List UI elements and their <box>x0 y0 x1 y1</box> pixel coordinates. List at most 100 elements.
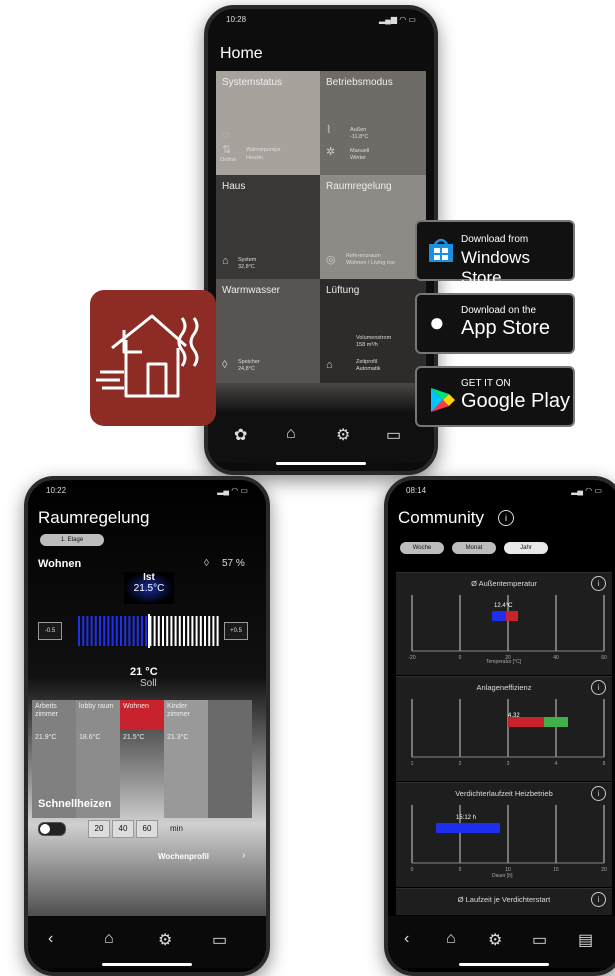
duration-20-button[interactable]: 20 <box>88 820 110 838</box>
phone-community: 08:14 ▂▄ ◠ ▭ Community i Woche Monat Jah… <box>384 476 615 976</box>
stat-card[interactable]: Verdichterlaufzeit Heizbetrieb i 0 5 10 15 2… <box>396 782 612 887</box>
gear-icon[interactable]: ⚙ <box>488 930 502 950</box>
card-title: Ø Laufzeit je Verdichterstart <box>457 895 551 904</box>
period-pill[interactable]: Woche <box>400 542 444 554</box>
signal-wifi-battery-icon: ▂▄ ◠ ▭ <box>217 486 248 495</box>
haus-label: System <box>238 257 257 263</box>
stat-card[interactable]: Anlageneffizienz i 12345 4.32 <box>396 676 612 781</box>
temperature-slider[interactable] <box>76 614 222 648</box>
flower-logo-icon[interactable]: ✿ <box>234 425 247 445</box>
slider-bar <box>183 616 185 646</box>
home-icon[interactable]: ⌂ <box>286 425 296 443</box>
check-circle-icon: ◌ <box>222 129 229 141</box>
slider-bar <box>162 616 164 646</box>
info-icon[interactable]: i <box>498 510 514 526</box>
card-axis-label: Dauer [h] <box>492 873 513 879</box>
status-time: 08:14 <box>406 486 427 495</box>
bottom-nav: ‹ ⌂ ⚙ ▭ <box>28 916 266 968</box>
range-bar <box>436 823 500 833</box>
room-tile-active[interactable]: Wohnen 21.5°C <box>120 700 164 741</box>
floor-selector[interactable]: 1. Etage <box>40 534 104 546</box>
slider-bar <box>78 616 80 646</box>
tile-title: Warmwasser <box>222 285 280 296</box>
home-icon[interactable]: ⌂ <box>104 930 114 948</box>
wochenprofil-link[interactable]: Wochenprofil <box>158 852 209 861</box>
tile-systemstatus[interactable]: Systemstatus ◌ ⇅ Online Wärmepumpe Heize… <box>216 71 320 175</box>
increase-button[interactable]: +0.5 <box>224 622 248 640</box>
gear-icon[interactable]: ⚙ <box>336 425 350 445</box>
tick-label: 40 <box>553 655 559 661</box>
slider-bar <box>103 616 106 646</box>
badge-large-text: Google Play <box>461 390 570 412</box>
house-heating-logo <box>90 290 216 426</box>
windows-store-badge[interactable]: Download from Windows Store <box>415 220 575 287</box>
signal-wifi-battery-icon: ▂▄ ◠ ▭ <box>571 486 602 495</box>
home-indicator <box>276 462 366 465</box>
systemstatus-line2: Heizen <box>246 155 264 161</box>
slider-bar <box>166 616 169 646</box>
badge-large-text: Windows Store <box>461 248 530 287</box>
stat-card[interactable]: Ø Laufzeit je Verdichterstart i <box>396 888 612 915</box>
toggle-knob <box>40 824 50 834</box>
app-store-badge[interactable]: ● Download on the App Store <box>415 293 575 354</box>
thermometer-wind-icon: ⌇ <box>326 124 332 136</box>
range-bar <box>492 611 506 621</box>
google-play-icon <box>431 388 455 412</box>
home-icon[interactable]: ⌂ <box>446 930 456 948</box>
slider-bar <box>204 616 206 646</box>
stat-card[interactable]: Ø Außentemperatur i -20 0 20 40 60 12.4°C Te… <box>396 572 612 675</box>
tile-title: Lüftung <box>326 285 360 296</box>
updown-arrows-icon: ⇅ <box>222 144 232 156</box>
google-play-badge[interactable]: GET IT ON Google Play <box>415 366 575 427</box>
status-time: 10:28 <box>226 15 247 24</box>
slider-bar <box>120 616 122 646</box>
back-icon[interactable]: ‹ <box>48 930 53 948</box>
systemstatus-line1: Wärmepumpe <box>246 147 281 153</box>
monitor-chart-icon[interactable]: ▭ <box>532 930 547 950</box>
room-tile-name: Arbeits zimmer <box>35 703 58 718</box>
room-tile-temp: 21.9°C <box>35 734 57 741</box>
outside-value: -11,8°C <box>350 134 369 140</box>
period-pill[interactable]: Monat <box>452 542 496 554</box>
room-sensor-icon: ◎ <box>326 254 336 266</box>
home-indicator <box>102 963 192 966</box>
schnellheizen-toggle[interactable] <box>38 822 66 836</box>
tile-lueftung[interactable]: Lüftung ⌂ Volumenstrom 158 m³/h Zeitprof… <box>320 279 426 383</box>
badge-large-text: App Store <box>461 317 550 339</box>
page-title: Raumregelung <box>38 508 150 527</box>
tile-betriebsmodus[interactable]: Betriebsmodus ⌇ ✲ Außen -11,8°C Manuell … <box>320 71 426 175</box>
room-tile[interactable]: Kinder zimmer 21.3°C <box>164 700 208 818</box>
signal-wifi-battery-icon: ▂▄▆ ◠ ▭ <box>379 15 416 24</box>
apple-icon: ● <box>429 307 445 337</box>
badge-small-text: Download from <box>461 234 529 245</box>
duration-40-button[interactable]: 40 <box>112 820 134 838</box>
room-tile-name: Wohnen <box>123 703 149 710</box>
slider-bar <box>82 616 85 646</box>
house-heat-icon <box>96 314 199 398</box>
slider-bars <box>78 614 219 648</box>
tick-label: -20 <box>408 655 415 661</box>
slider-bar <box>111 616 114 646</box>
slider-bar <box>153 616 156 646</box>
tile-raumregelung[interactable]: Raumregelung ◎ Referenzraum Wohnen / Liv… <box>320 175 426 279</box>
period-pill-selected[interactable]: Jahr <box>504 542 548 554</box>
slider-bar <box>132 616 135 646</box>
gear-icon[interactable]: ⚙ <box>158 930 172 950</box>
slider-bar <box>141 616 143 646</box>
duration-60-button[interactable]: 60 <box>136 820 158 838</box>
card-chart: 1 2 3 4 5 <box>411 699 606 767</box>
card-value: 12.4°C <box>494 603 513 609</box>
room-tile-name: lobby raum <box>79 703 114 710</box>
info-icon[interactable]: i <box>591 892 606 907</box>
decrease-button[interactable]: -0.5 <box>38 622 62 640</box>
tile-warmwasser[interactable]: Warmwasser ◊ Speicher 24,8°C <box>216 279 320 383</box>
soll-label: Soll <box>140 678 157 689</box>
toolbox-icon[interactable]: ▤ <box>578 930 593 950</box>
monitor-chart-icon[interactable]: ▭ <box>386 425 401 445</box>
monitor-chart-icon[interactable]: ▭ <box>212 930 227 950</box>
tick-label: 4 <box>555 761 558 767</box>
slider-bar <box>170 616 173 646</box>
tile-haus[interactable]: Haus ⌂ System 32,8°C <box>216 175 320 279</box>
back-icon[interactable]: ‹ <box>404 930 409 948</box>
tick-label: 2 <box>459 761 462 767</box>
